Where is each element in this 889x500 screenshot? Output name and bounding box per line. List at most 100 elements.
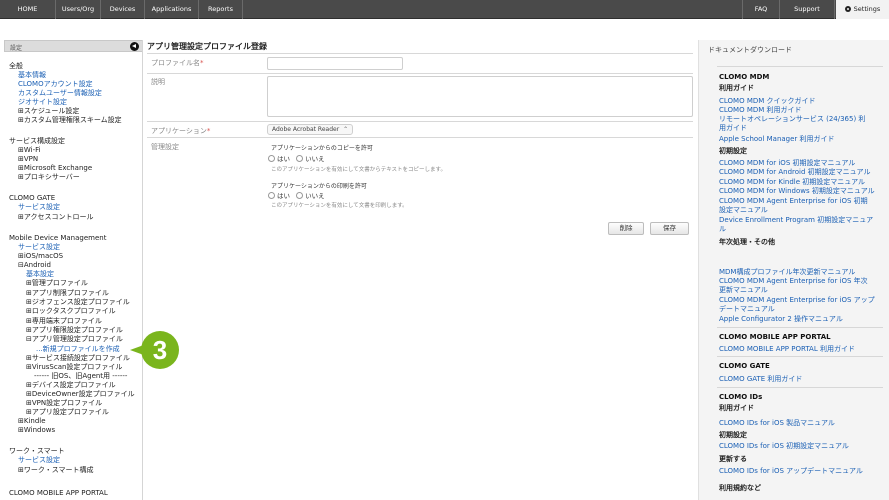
sidebar-item[interactable]: 基本設定 [26, 270, 54, 279]
copy-no-option[interactable]: いいえ [296, 155, 325, 163]
print-yes-option[interactable]: はい [268, 192, 290, 200]
nav-home[interactable]: HOME [0, 0, 56, 19]
docs-link[interactable]: 設定マニュアル [719, 206, 768, 215]
profile-name-label: プロファイル名* [151, 59, 204, 67]
sidebar-item[interactable]: ⊞VPN [18, 155, 38, 164]
sidebar-item[interactable]: サービス設定 [18, 243, 60, 252]
nav-settings[interactable]: Settings [836, 0, 889, 19]
sidebar-item[interactable]: ⊟アプリ管理設定プロファイル [26, 335, 123, 344]
docs-subheading: 年次処理・その他 [719, 238, 775, 246]
print-no-option[interactable]: いいえ [296, 192, 325, 200]
sidebar-item[interactable]: ⊞専用端末プロファイル [26, 317, 102, 326]
sidebar-item[interactable]: ⊞DeviceOwner設定プロファイル [26, 390, 135, 399]
docs-section-heading: CLOMO MOBILE APP PORTAL [719, 333, 831, 341]
copy-setting-label: アプリケーションからのコピーを許可 [271, 145, 373, 152]
application-select[interactable]: Adobe Acrobat Reader ⌃ [267, 124, 354, 135]
docs-link[interactable]: CLOMO MDM Agent Enterprise for iOS 年次 [719, 277, 868, 286]
docs-link[interactable]: Apple School Manager 利用ガイド [719, 135, 835, 144]
docs-link[interactable]: ル [719, 225, 726, 234]
sidebar-item-current[interactable]: ...新規プロファイルを作成 [36, 345, 120, 354]
docs-link[interactable]: CLOMO IDs for iOS アップデートマニュアル [719, 467, 863, 476]
print-setting-label: アプリケーションからの印刷を許可 [271, 183, 367, 190]
nav-reports[interactable]: Reports [199, 0, 243, 19]
sidebar-item[interactable]: ⊞Windows [18, 426, 55, 435]
sidebar-item[interactable]: ⊞カスタム管理権限スキーム設定 [18, 116, 122, 125]
radio-icon [296, 192, 304, 199]
docs-link[interactable]: 更新マニュアル [719, 286, 768, 295]
sidebar-item[interactable]: ⊞Kindle [18, 417, 46, 426]
top-nav: HOME Users/Org Devices Applications Repo… [0, 0, 889, 19]
docs-link[interactable]: Apple Configurator 2 操作マニュアル [719, 315, 843, 324]
docs-divider [717, 327, 883, 328]
sidebar-item[interactable]: ⊞VPN設定プロファイル [26, 399, 102, 408]
copy-yes-option[interactable]: はい [268, 155, 290, 163]
sidebar-item[interactable]: ⊞デバイス設定プロファイル [26, 381, 116, 390]
docs-link[interactable]: MDM構成プロファイル年次更新マニュアル [719, 268, 855, 277]
docs-link[interactable]: デートマニュアル [719, 305, 775, 314]
select-arrow-icon: ⌃ [343, 126, 349, 133]
sidebar-item[interactable]: ⊞iOS/macOS [18, 252, 63, 261]
sidebar-item[interactable]: ⊞ワーク・スマート構成 [18, 466, 94, 475]
nav-faq[interactable]: FAQ [742, 0, 780, 19]
gear-icon [844, 6, 851, 12]
sidebar-item[interactable]: ⊞サービス接続設定プロファイル [26, 354, 130, 363]
sidebar-section-heading: ワーク・スマート [9, 447, 65, 455]
sidebar-item[interactable]: ⊞VirusScan設定プロファイル [26, 363, 122, 372]
sidebar-item[interactable]: サービス設定 [18, 456, 60, 465]
docs-link[interactable]: CLOMO MDM for iOS 初期設定マニュアル [719, 159, 855, 168]
sidebar-item[interactable]: ⊞ジオフェンス設定プロファイル [26, 298, 130, 307]
nav-users-org[interactable]: Users/Org [56, 0, 101, 19]
docs-title: ドキュメントダウンロード [708, 46, 792, 54]
nav-support[interactable]: Support [780, 0, 835, 19]
sidebar-section-heading: CLOMO MOBILE APP PORTAL [9, 489, 108, 497]
docs-section-heading: CLOMO GATE [719, 362, 770, 370]
docs-link[interactable]: CLOMO MOBILE APP PORTAL 利用ガイド [719, 345, 855, 354]
docs-link[interactable]: リモートオペレーションサービス (24/365) 利 [719, 115, 865, 124]
sidebar-item[interactable]: ⊞Microsoft Exchange [18, 164, 92, 173]
docs-divider [717, 356, 883, 357]
docs-link[interactable]: 用ガイド [719, 124, 747, 133]
sidebar-item[interactable]: ------ 旧OS、旧Agent用 ------ [34, 372, 127, 381]
docs-link[interactable]: CLOMO MDM 利用ガイド [719, 106, 802, 115]
docs-link[interactable]: CLOMO MDM Agent Enterprise for iOS アップ [719, 296, 875, 305]
sidebar-item[interactable]: ⊞アプリ権限設定プロファイル [26, 326, 123, 335]
sidebar-item[interactable]: ⊞スケジュール設定 [18, 107, 79, 116]
docs-divider [717, 66, 883, 67]
management-label: 管理設定 [151, 143, 179, 151]
sidebar-item[interactable]: ⊞アクセスコントロール [18, 213, 94, 222]
profile-name-input[interactable] [267, 57, 403, 70]
docs-section-heading: CLOMO IDs [719, 393, 763, 401]
nav-applications[interactable]: Applications [145, 0, 199, 19]
nav-devices[interactable]: Devices [101, 0, 145, 19]
description-textarea[interactable] [267, 76, 693, 117]
sidebar-section-heading: サービス構成設定 [9, 137, 65, 145]
sidebar-item[interactable]: カスタムユーザー情報設定 [18, 89, 102, 98]
docs-link[interactable]: CLOMO IDs for iOS 製品マニュアル [719, 419, 835, 428]
sidebar-item[interactable]: CLOMOアカウント設定 [18, 80, 93, 89]
sidebar-item[interactable]: ジオサイト設定 [18, 98, 67, 107]
sidebar-item[interactable]: サービス設定 [18, 203, 60, 212]
docs-link[interactable]: Device Enrollment Program 初期設定マニュア [719, 216, 873, 225]
sidebar-item[interactable]: ⊞アプリ制限プロファイル [26, 289, 109, 298]
docs-link[interactable]: CLOMO GATE 利用ガイド [719, 375, 802, 384]
docs-link[interactable]: CLOMO MDM for Android 初期設定マニュアル [719, 168, 870, 177]
sidebar-title: 設定 [10, 45, 23, 52]
delete-button[interactable]: 削除 [608, 222, 644, 235]
docs-subheading: 更新する [719, 455, 747, 463]
print-setting-hint: このアプリケーションを有効にして文書を印刷します。 [271, 203, 408, 209]
sidebar-item[interactable]: ⊞ロックタスクプロファイル [26, 307, 116, 316]
sidebar-item[interactable]: ⊞管理プロファイル [26, 279, 88, 288]
docs-link[interactable]: CLOMO IDs for iOS 初期設定マニュアル [719, 442, 849, 451]
sidebar-item[interactable]: 基本情報 [18, 71, 46, 80]
sidebar-item[interactable]: ⊞アプリ設定プロファイル [26, 408, 109, 417]
docs-subheading: 利用ガイド [719, 404, 754, 412]
docs-link[interactable]: CLOMO MDM クイックガイド [719, 97, 816, 106]
sidebar-item[interactable]: ⊞Wi-Fi [18, 146, 41, 155]
sidebar-item[interactable]: ⊞プロキシサーバー [18, 173, 80, 182]
docs-link[interactable]: CLOMO MDM Agent Enterprise for iOS 初期 [719, 197, 868, 206]
sidebar-item[interactable]: ⊟Android [18, 261, 51, 270]
docs-link[interactable]: CLOMO MDM for Windows 初期設定マニュアル [719, 187, 875, 196]
save-button[interactable]: 保存 [650, 222, 689, 235]
chevron-left-icon[interactable] [130, 42, 139, 51]
docs-link[interactable]: CLOMO MDM for Kindle 初期設定マニュアル [719, 178, 865, 187]
